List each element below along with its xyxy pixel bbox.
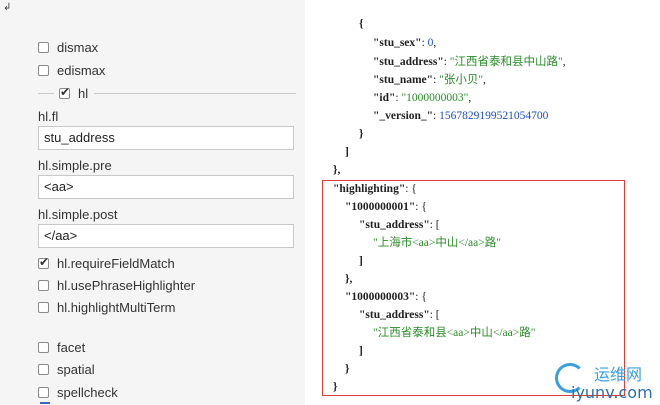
hl-require-field-match-label: hl.requireFieldMatch: [57, 256, 175, 271]
edismax-label: edismax: [57, 63, 106, 78]
json-line: "id": "1000000003",: [373, 92, 472, 104]
paragraph-mark: ↲: [3, 2, 12, 13]
hl-simple-post-label: hl.simple.post: [38, 207, 118, 222]
hl-simple-pre-label: hl.simple.pre: [38, 158, 112, 173]
json-line: }: [359, 128, 364, 140]
hl-checkbox[interactable]: [59, 85, 70, 99]
facet-option[interactable]: facet: [38, 340, 85, 355]
json-line: "stu_address": "江西省泰和县中山路",: [373, 56, 566, 68]
watermark-cn: 运维网: [594, 365, 643, 384]
spatial-option[interactable]: spatial: [38, 362, 95, 377]
hl-require-field-match-option[interactable]: hl.requireFieldMatch: [38, 255, 175, 271]
spellcheck-label: spellcheck: [57, 385, 118, 400]
hl-highlight-multi-term-option[interactable]: hl.highlightMultiTerm: [38, 300, 176, 315]
hl-fieldset-legend[interactable]: hl: [38, 85, 296, 101]
hl-simple-pre-input[interactable]: <aa>: [38, 175, 294, 199]
cut-off-text: [40, 400, 270, 405]
hl-highlight-multi-term-checkbox[interactable]: [38, 302, 49, 313]
json-line: },: [333, 164, 341, 176]
divider: [94, 92, 296, 94]
hl-fl-label: hl.fl: [38, 109, 59, 124]
spatial-checkbox[interactable]: [38, 364, 49, 375]
json-line: {: [359, 18, 364, 30]
json-line: "stu_name": "张小贝",: [373, 74, 486, 86]
spatial-label: spatial: [57, 362, 95, 377]
hl-use-phrase-highlighter-label: hl.usePhraseHighlighter: [57, 278, 196, 293]
dismax-checkbox[interactable]: [38, 42, 49, 53]
hl-highlight-multi-term-label: hl.highlightMultiTerm: [57, 300, 176, 315]
hl-use-phrase-highlighter-option[interactable]: hl.usePhraseHighlighter: [38, 278, 195, 293]
facet-label: facet: [57, 340, 86, 355]
hl-require-field-match-checkbox[interactable]: [38, 255, 49, 269]
edismax-checkbox[interactable]: [38, 65, 49, 76]
watermark-en: iyunv.com: [571, 383, 653, 402]
dismax-label: dismax: [57, 40, 99, 55]
dismax-option[interactable]: dismax: [38, 40, 98, 55]
hl-label: hl: [78, 85, 89, 101]
hl-fl-input[interactable]: stu_address: [38, 126, 294, 150]
edismax-option[interactable]: edismax: [38, 63, 105, 78]
hl-simple-post-input[interactable]: </aa>: [38, 224, 294, 248]
divider: [38, 92, 54, 94]
json-line: "stu_sex": 0,: [373, 37, 437, 49]
spellcheck-checkbox[interactable]: [38, 387, 49, 398]
facet-checkbox[interactable]: [38, 342, 49, 353]
json-line: "_version_": 1567829199521054700: [373, 110, 549, 122]
hl-use-phrase-highlighter-checkbox[interactable]: [38, 280, 49, 291]
spellcheck-option[interactable]: spellcheck: [38, 385, 118, 400]
json-line: ]: [345, 146, 349, 158]
watermark: 运维网 iyunv.com: [551, 361, 653, 403]
